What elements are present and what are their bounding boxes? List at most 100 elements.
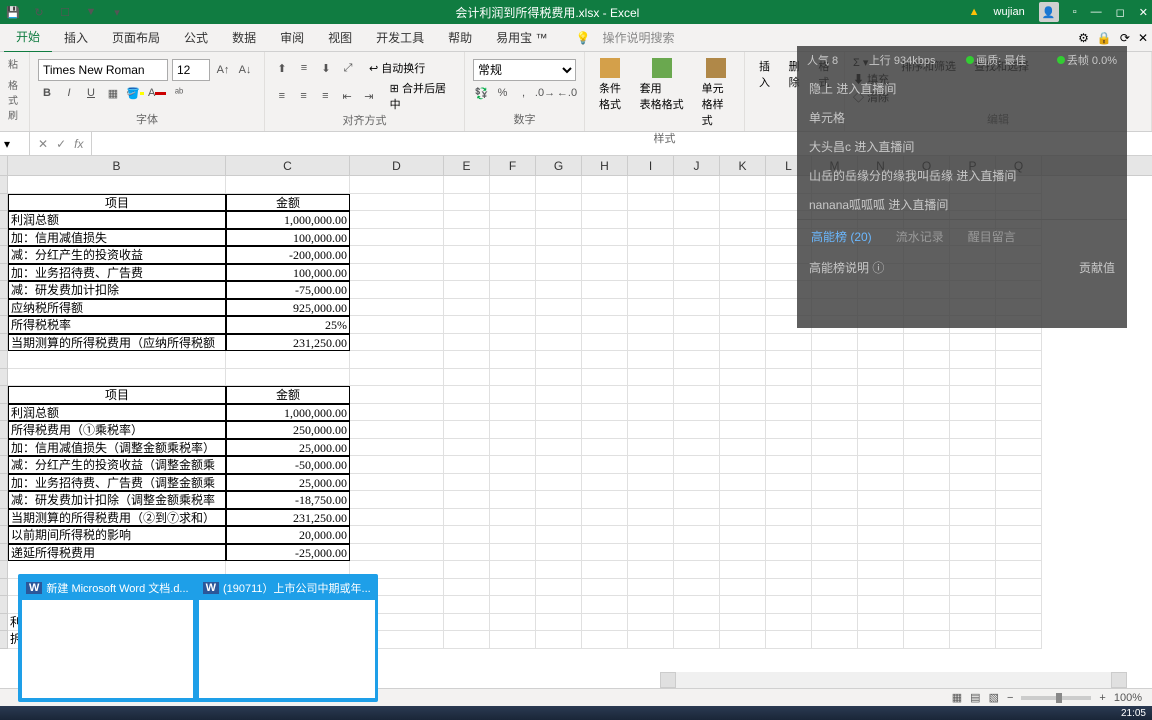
cell[interactable] [628,509,674,527]
cell[interactable] [858,334,904,352]
cell[interactable] [674,299,720,317]
align-center-icon[interactable]: ≡ [295,87,313,105]
touch-icon[interactable]: ☐ [56,3,74,21]
zoom-slider[interactable] [1021,696,1091,700]
wrap-text-button[interactable]: ↩ 自动换行 [369,60,425,76]
cell[interactable] [812,509,858,527]
cell[interactable] [582,351,628,369]
cell[interactable]: -18,750.00 [226,491,350,509]
cell[interactable] [674,211,720,229]
conditional-format-button[interactable]: 条件格式 [593,56,628,114]
cell[interactable] [950,386,996,404]
column-header[interactable]: F [490,156,536,175]
cell[interactable] [766,631,812,649]
cell[interactable] [628,211,674,229]
cell[interactable] [950,579,996,597]
cell[interactable]: 25,000.00 [226,474,350,492]
cell[interactable] [858,491,904,509]
cell[interactable] [766,526,812,544]
cell[interactable] [8,369,226,387]
cell[interactable] [812,526,858,544]
cell[interactable] [444,561,490,579]
cell[interactable] [766,456,812,474]
cell[interactable] [536,229,582,247]
cell[interactable] [490,596,536,614]
cell[interactable] [444,386,490,404]
cell[interactable] [812,439,858,457]
cell[interactable] [628,579,674,597]
cell[interactable] [490,281,536,299]
cell[interactable] [536,509,582,527]
table-row[interactable]: 加：信用减值损失（调整金额乘税率）25,000.00 [0,439,1152,457]
cell[interactable] [720,474,766,492]
cell[interactable] [536,596,582,614]
cell[interactable] [628,439,674,457]
cell[interactable] [674,404,720,422]
cell[interactable] [628,369,674,387]
avatar[interactable]: 👤 [1039,2,1059,22]
orientation-icon[interactable]: ⤢ [339,59,357,77]
column-header[interactable]: H [582,156,628,175]
cell[interactable] [582,491,628,509]
cell[interactable] [720,281,766,299]
cell[interactable] [582,176,628,194]
cell[interactable] [444,229,490,247]
cell[interactable] [904,596,950,614]
cell[interactable] [720,579,766,597]
cell[interactable] [674,264,720,282]
cell[interactable]: 利润总额 [8,211,226,229]
fx-icon[interactable]: fx [74,137,83,151]
cell[interactable] [628,561,674,579]
cell[interactable] [490,386,536,404]
cell[interactable] [904,561,950,579]
cell[interactable] [628,474,674,492]
cell[interactable] [858,404,904,422]
align-right-icon[interactable]: ≡ [316,87,334,105]
cell[interactable] [628,281,674,299]
cell[interactable] [444,316,490,334]
cell[interactable] [904,631,950,649]
cell[interactable] [350,421,444,439]
cell[interactable] [858,386,904,404]
cell[interactable] [490,246,536,264]
cell[interactable] [582,404,628,422]
cell[interactable] [996,561,1042,579]
cell[interactable]: 925,000.00 [226,299,350,317]
cell[interactable]: -50,000.00 [226,456,350,474]
cell[interactable] [444,281,490,299]
cell[interactable] [444,351,490,369]
cell[interactable] [674,596,720,614]
cell[interactable] [812,351,858,369]
cell[interactable] [350,544,444,562]
cell[interactable] [490,404,536,422]
cell[interactable] [858,526,904,544]
tab-data[interactable]: 数据 [220,23,268,52]
cell[interactable] [350,194,444,212]
cell[interactable] [674,544,720,562]
cell[interactable] [582,334,628,352]
cell[interactable] [720,386,766,404]
cell[interactable] [582,386,628,404]
cell[interactable]: 1,000,000.00 [226,211,350,229]
view-normal-icon[interactable]: ▦ [952,691,962,704]
cell[interactable]: 减：研发费加计扣除（调整金额乘税率 [8,491,226,509]
cell[interactable] [812,579,858,597]
cell[interactable] [536,491,582,509]
cell[interactable] [858,631,904,649]
cell[interactable]: 递延所得税费用 [8,544,226,562]
cell[interactable] [720,369,766,387]
qat-more-icon[interactable]: ▾ [108,3,126,21]
cell[interactable] [490,211,536,229]
cell[interactable] [950,334,996,352]
cell[interactable] [582,509,628,527]
cell[interactable] [720,211,766,229]
cell[interactable] [996,509,1042,527]
tab-review[interactable]: 审阅 [268,23,316,52]
cell[interactable] [536,316,582,334]
cell[interactable] [536,194,582,212]
cell[interactable] [904,544,950,562]
table-row[interactable]: 减：研发费加计扣除（调整金额乘税率-18,750.00 [0,491,1152,509]
table-row[interactable]: 加：业务招待费、广告费（调整金额乘25,000.00 [0,474,1152,492]
cell[interactable] [996,386,1042,404]
cell[interactable] [628,229,674,247]
